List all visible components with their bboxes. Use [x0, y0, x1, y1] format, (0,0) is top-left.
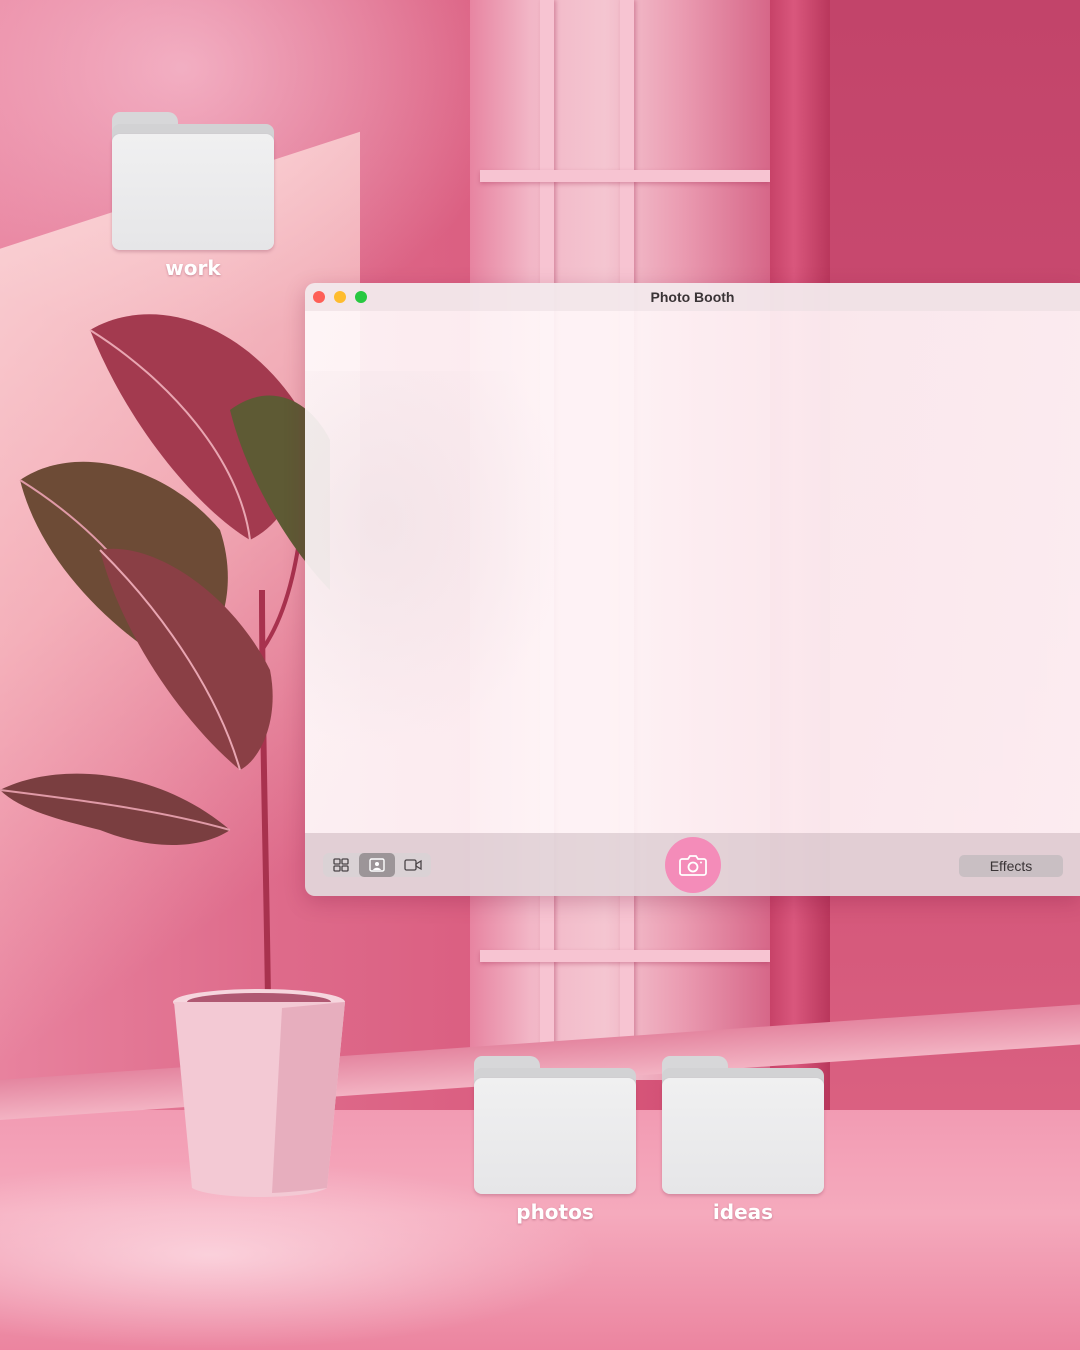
video-view-button[interactable]: [395, 853, 431, 877]
folder-ideas[interactable]: ideas: [658, 1056, 828, 1224]
folder-label: work: [165, 256, 221, 280]
view-mode-switcher: [323, 853, 431, 877]
title-bar[interactable]: Photo Booth: [305, 283, 1080, 311]
folder-icon: [662, 1056, 824, 1194]
single-photo-view-button[interactable]: [359, 853, 395, 877]
folder-label: ideas: [712, 1200, 774, 1224]
folder-icon: [474, 1056, 636, 1194]
folder-icon: [112, 112, 274, 250]
single-photo-icon: [369, 858, 385, 872]
grid-icon: [333, 858, 349, 872]
plant-illustration: [0, 314, 330, 1001]
video-icon: [404, 859, 422, 871]
window-mullion: [480, 170, 770, 182]
folder-work[interactable]: work: [108, 112, 278, 280]
grid-view-button[interactable]: [323, 853, 359, 877]
camera-icon: [679, 855, 707, 876]
photo-booth-window: Photo Booth Effects: [305, 283, 1080, 896]
window-mullion: [480, 950, 770, 962]
folder-label: photos: [516, 1200, 594, 1224]
camera-preview: [305, 311, 1080, 833]
take-photo-button[interactable]: [665, 837, 721, 893]
window-title: Photo Booth: [650, 289, 735, 305]
toolbar: Effects: [305, 833, 1080, 896]
plant-pot: [173, 989, 345, 1197]
effects-button[interactable]: Effects: [959, 855, 1063, 877]
folder-photos[interactable]: photos: [470, 1056, 640, 1224]
preview-reflection: [305, 371, 565, 751]
